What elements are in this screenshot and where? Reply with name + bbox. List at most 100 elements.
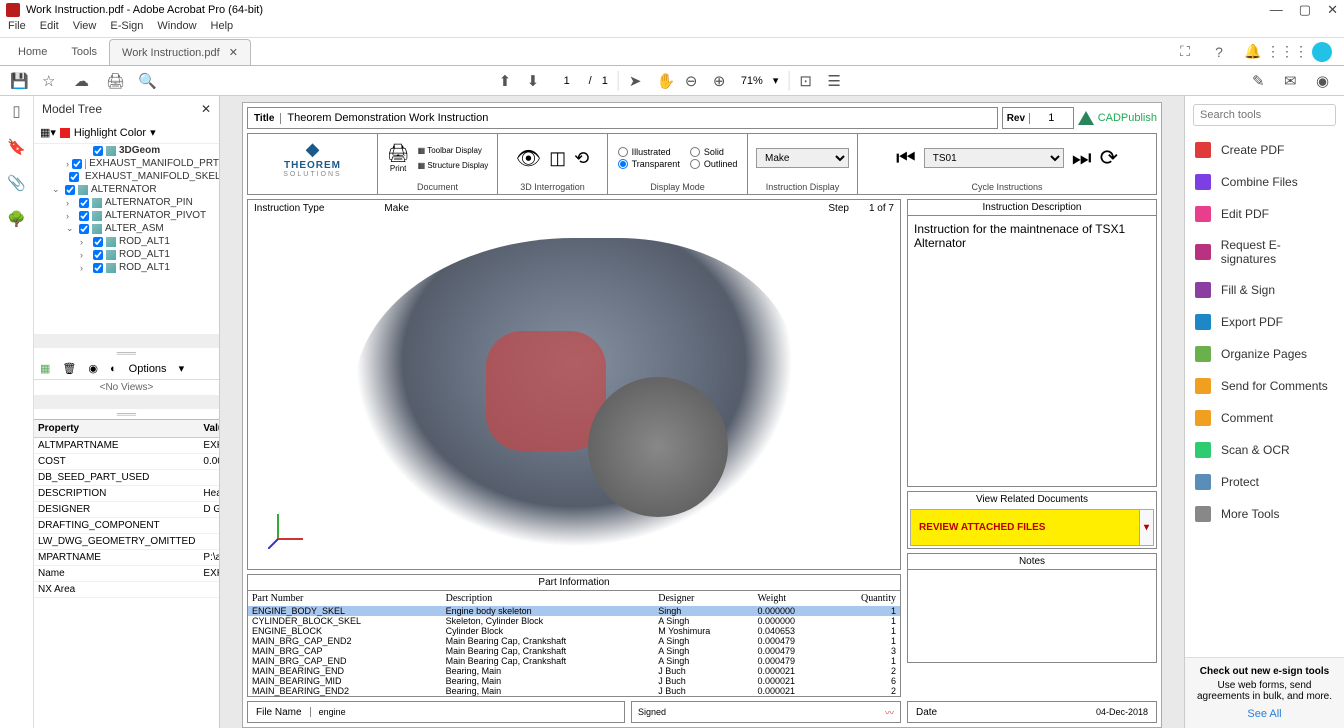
menu-view[interactable]: View [73,20,97,37]
bookmark-icon[interactable]: 🔖 [7,138,26,156]
model-tree[interactable]: 3DGeom›EXHAUST_MANIFOLD_PRTEXHAUST_MANIF… [34,144,219,334]
part-row[interactable]: MAIN_BEARING_END2Bearing, MainJ Buch0.00… [248,686,900,696]
part-row[interactable]: MAIN_BRG_CAPMain Bearing Cap, Crankshaft… [248,646,900,656]
document-viewport[interactable]: Title Theorem Demonstration Work Instruc… [220,96,1184,728]
close-tab-icon[interactable]: ✕ [229,47,238,59]
tool-item[interactable]: Protect [1185,466,1344,498]
search-icon[interactable]: 🔍 [138,72,156,90]
print-icon[interactable]: 🖨 [106,72,124,90]
tool-item[interactable]: Combine Files [1185,166,1344,198]
chevron-down-icon[interactable]: ▾ [150,126,156,139]
tree-item[interactable]: ›ALTERNATOR_PIN [34,196,219,209]
pointer-icon[interactable]: ➤ [629,72,647,90]
tab-document[interactable]: Work Instruction.pdf ✕ [109,39,251,65]
menu-file[interactable]: File [8,20,26,37]
prop-header-value[interactable]: Value [199,420,219,438]
hide-selected-icon[interactable]: 👁 [516,146,541,171]
property-row[interactable]: DESCRIPTIONHeat Shi [34,486,219,502]
tree-item[interactable]: ⌄ALTERNATOR [34,183,219,196]
review-files-button[interactable]: REVIEW ATTACHED FILES ▾ [910,509,1154,546]
tool-item[interactable]: Scan & OCR [1185,434,1344,466]
reset-geometry-icon[interactable]: ⟲ [574,148,589,169]
menu-esign[interactable]: E-Sign [110,20,143,37]
page-down-icon[interactable]: ⬇ [527,72,545,90]
tool-item[interactable]: Create PDF [1185,134,1344,166]
page-number-input[interactable] [555,75,579,87]
minimize-button[interactable]: — [1270,2,1283,18]
instruction-select[interactable]: Make [756,148,849,168]
property-row[interactable]: COST0.000000 [34,454,219,470]
page-up-icon[interactable]: ⬆ [499,72,517,90]
tree-item[interactable]: ›ROD_ALT1 [34,248,219,261]
tree-item[interactable]: ›ROD_ALT1 [34,261,219,274]
tree-item[interactable]: EXHAUST_MANIFOLD_SKEL [34,170,219,183]
close-panel-icon[interactable]: ✕ [201,102,211,116]
cycle-prev-icon[interactable]: ⏮ [896,145,916,171]
property-row[interactable]: MPARTNAMEP:\apps\ [34,550,219,566]
profile-icon[interactable]: ◉ [1316,72,1334,90]
tool-item[interactable]: Edit PDF [1185,198,1344,230]
close-button[interactable]: ✕ [1327,2,1338,18]
3d-viewer[interactable] [248,217,900,569]
print-button[interactable]: Print [387,164,410,173]
help-icon[interactable]: ? [1210,43,1228,61]
attachment-icon[interactable]: 📎 [7,174,26,192]
property-row[interactable]: DB_SEED_PART_USED [34,470,219,486]
star-icon[interactable]: ☆ [42,72,60,90]
dropdown-arrow-icon[interactable]: ▾ [1139,510,1153,545]
bell-icon[interactable]: 🔔 [1244,43,1262,61]
cycle-next-icon[interactable]: ⏭ [1072,145,1092,171]
tab-home[interactable]: Home [6,40,59,64]
tree-scrollbar-x[interactable] [34,334,219,348]
add-view-icon[interactable]: ▦ [40,362,50,375]
camera-icon[interactable]: ◉ [88,362,98,375]
tree-item[interactable]: ⌄ALTER_ASM [34,222,219,235]
part-row[interactable]: ENGINE_BODY_SKELEngine body skeletonSing… [248,606,900,616]
part-row[interactable]: MAIN_BRG_CAP_ENDMain Bearing Cap, Cranks… [248,656,900,666]
maximize-button[interactable]: ▢ [1299,2,1311,18]
fit-icon[interactable]: ⊡ [799,72,817,90]
search-tools-input[interactable] [1193,104,1336,126]
part-row[interactable]: ENGINE_BLOCKCylinder BlockM Yoshimura0.0… [248,626,900,636]
zoom-dropdown-icon[interactable]: ▾ [773,74,779,87]
save-icon[interactable]: 💾 [10,72,28,90]
highlight-color-label[interactable]: Highlight Color [74,127,146,139]
part-row[interactable]: MAIN_BEARING_MIDBearing, MainJ Buch0.000… [248,676,900,686]
structure-display-toggle[interactable]: ▦ Structure Display [418,161,489,170]
tool-item[interactable]: Comment [1185,402,1344,434]
display-mode-radios[interactable]: Illustrated Solid Transparent Outlined [618,147,738,169]
tool-item[interactable]: Request E-signatures [1185,230,1344,274]
options-dropdown[interactable]: Options [129,363,167,375]
menu-window[interactable]: Window [157,20,196,37]
tree-dropdown-icon[interactable]: ▦▾ [40,126,56,139]
apps-grid-icon[interactable]: ⋮⋮⋮ [1278,43,1296,61]
property-row[interactable]: DESIGNERD Guzzio [34,502,219,518]
model-tree-icon[interactable]: 🌳 [7,210,26,228]
screenshot-icon[interactable]: ⛶ [1176,43,1194,61]
cycle-select[interactable]: TS01 [924,148,1064,168]
cloud-icon[interactable]: ☁ [74,72,92,90]
property-row[interactable]: DRAFTING_COMPONENT [34,518,219,534]
tab-tools[interactable]: Tools [59,40,109,64]
light-icon[interactable]: ◐ [110,363,117,375]
property-row[interactable]: ALTMPARTNAMEEXHAUS [34,438,219,454]
cycle-reset-icon[interactable]: ⟳ [1100,145,1118,171]
thumbnails-icon[interactable]: ▯ [12,102,20,120]
part-row[interactable]: CYLINDER_BLOCK_SKELSkeleton, Cylinder Bl… [248,616,900,626]
chevron-down-icon[interactable]: ▾ [179,362,185,375]
views-scrollbar-x[interactable] [34,395,219,409]
tool-item[interactable]: Fill & Sign [1185,274,1344,306]
tree-item[interactable]: ›ALTERNATOR_PIVOT [34,209,219,222]
read-mode-icon[interactable]: ☰ [827,72,845,90]
sign-icon[interactable]: ✎ [1252,72,1270,90]
tool-item[interactable]: Export PDF [1185,306,1344,338]
avatar[interactable] [1312,42,1332,62]
zoom-level[interactable]: 71% [741,75,763,87]
delete-view-icon[interactable]: 🗑 [62,362,76,375]
highlight-color-swatch[interactable] [60,128,70,138]
tree-item[interactable]: 3DGeom [34,144,219,157]
part-row[interactable]: MAIN_BRG_CAP_END2Main Bearing Cap, Crank… [248,636,900,646]
zoom-out-icon[interactable]: ⊖ [685,72,703,90]
menu-help[interactable]: Help [211,20,234,37]
hand-icon[interactable]: ✋ [657,72,675,90]
